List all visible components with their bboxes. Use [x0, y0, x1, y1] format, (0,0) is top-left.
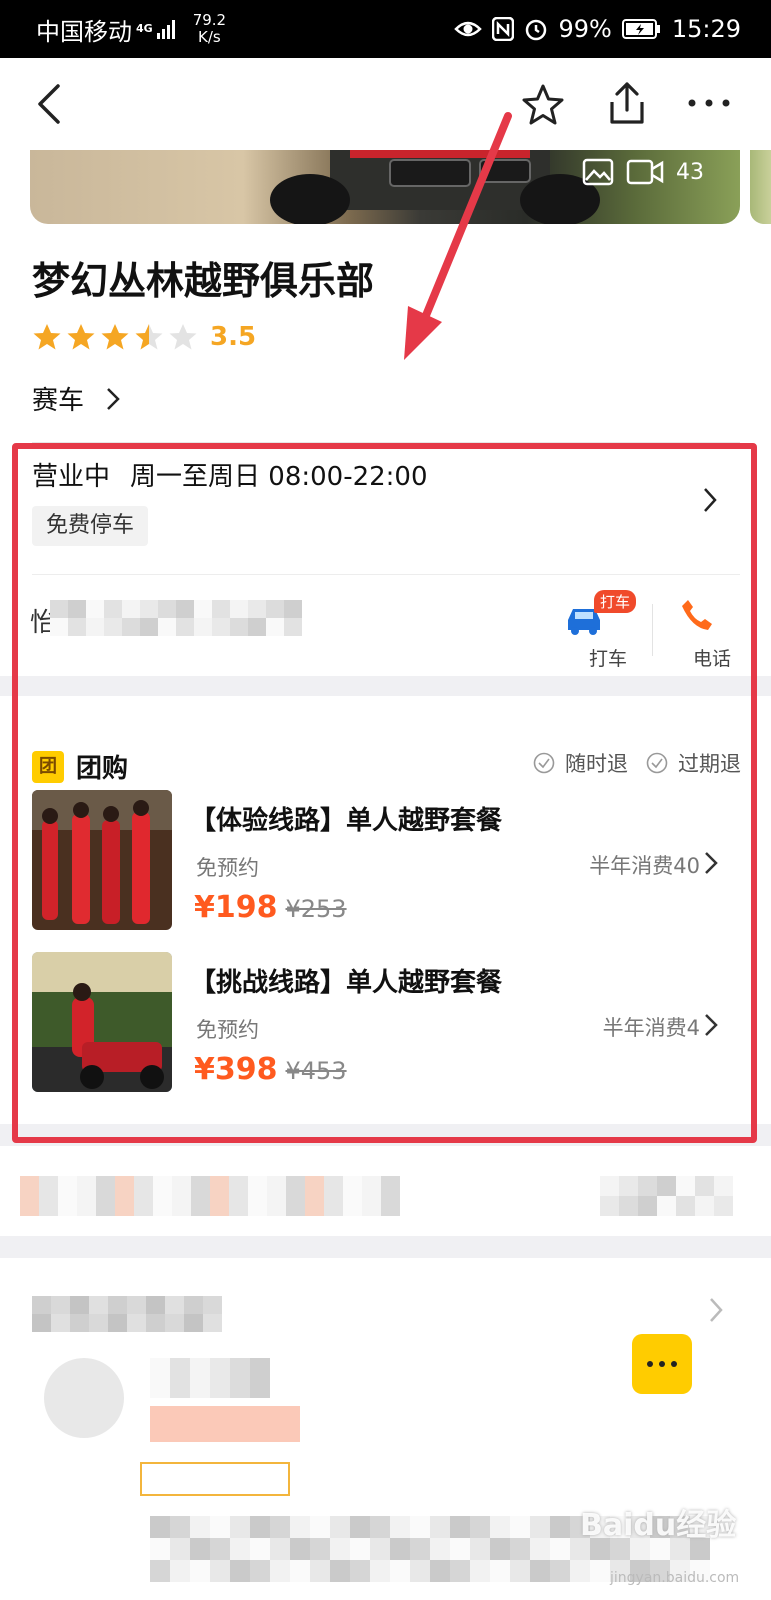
- atv-photo: [270, 150, 600, 224]
- top-nav-bar: [0, 58, 771, 150]
- deal-thumbnail: [32, 952, 172, 1092]
- photo-icon: [582, 158, 614, 186]
- speed-value: 79.2: [192, 11, 227, 29]
- watermark-url: jingyan.baidu.com: [610, 1570, 740, 1586]
- nfc-icon: [492, 17, 515, 41]
- section-separator: [0, 1236, 771, 1258]
- riders-photo: [32, 790, 172, 930]
- speed-unit: K/s: [198, 28, 221, 46]
- promo-right-mosaic: [600, 1176, 733, 1216]
- chevron-right-icon: [705, 852, 718, 874]
- check-circle-icon: [646, 752, 668, 774]
- media-count: 43: [582, 158, 704, 186]
- address-row[interactable]: 怡*路*: [30, 600, 370, 646]
- video-icon: [626, 159, 664, 185]
- policy-label: 随时退: [565, 752, 628, 776]
- groupbuy-header: 团 团购: [32, 748, 128, 785]
- star-icon: [135, 324, 163, 350]
- rating: 3.5: [32, 322, 256, 352]
- deal-title: 【体验线路】单人越野套餐: [190, 806, 503, 836]
- reviewer-level: [150, 1406, 300, 1442]
- category-label: 赛车: [32, 386, 85, 416]
- current-price: ¥398: [194, 1052, 278, 1087]
- clock: 15:29: [671, 15, 741, 43]
- chevron-right-icon: [705, 1014, 718, 1036]
- deal-item[interactable]: 【体验线路】单人越野套餐 免预约 半年消费40 ¥198 ¥253: [32, 790, 740, 930]
- refund-policies: 随时退 过期退: [533, 748, 741, 778]
- groupbuy-title: 团购: [76, 754, 129, 784]
- deal-note: 免预约: [196, 856, 259, 880]
- network-speed: 79.2 K/s: [193, 12, 226, 46]
- deal-thumbnail: [32, 790, 172, 930]
- next-hero-image[interactable]: [750, 150, 771, 224]
- signal-icon: [156, 20, 175, 39]
- phone-button[interactable]: 电话: [676, 590, 748, 670]
- divider: [32, 574, 740, 575]
- star-icon: [67, 324, 95, 350]
- reviewer-mosaic: [150, 1358, 270, 1398]
- favorite-star-icon[interactable]: [520, 82, 566, 128]
- taxi-label: 打车: [588, 648, 627, 670]
- divider: [32, 442, 740, 443]
- share-icon[interactable]: [604, 80, 650, 128]
- alarm-icon: [526, 19, 547, 41]
- divider: [652, 604, 653, 656]
- taxi-button[interactable]: 打车 打车: [568, 590, 646, 670]
- open-status: 营业中: [32, 462, 111, 492]
- rating-value: 3.5: [210, 322, 257, 352]
- policy-anytime-refund: 随时退: [533, 748, 628, 778]
- battery-icon: [621, 19, 660, 39]
- review-title-mosaic: [32, 1296, 222, 1332]
- deal-price: ¥398 ¥453: [194, 1052, 347, 1087]
- hero-image[interactable]: 43: [30, 150, 740, 224]
- shop-name: 梦幻丛林越野俱乐部: [32, 259, 375, 303]
- eye-icon: [454, 21, 483, 37]
- check-circle-icon: [533, 752, 555, 774]
- policy-expiry-refund: 过期退: [646, 748, 741, 778]
- avatar: [44, 1358, 124, 1438]
- atv-rider-photo: [32, 952, 172, 1092]
- star-icon: [101, 324, 129, 350]
- watermark: Baidu经验: [580, 1508, 737, 1543]
- section-separator: [0, 1124, 771, 1146]
- deal-sales: 半年消费4: [602, 1016, 700, 1040]
- current-price: ¥198: [194, 890, 278, 925]
- deal-note: 免预约: [196, 1018, 259, 1042]
- phone-icon: [682, 600, 712, 630]
- deal-item[interactable]: 【挑战线路】单人越野套餐 免预约 半年消费4 ¥398 ¥453: [32, 952, 740, 1092]
- policy-label: 过期退: [678, 752, 741, 776]
- back-icon[interactable]: [28, 80, 72, 128]
- section-separator: [0, 676, 771, 696]
- hours-text: 周一至周日 08:00-22:00: [130, 462, 428, 492]
- deal-sales: 半年消费40: [589, 854, 700, 878]
- media-count-value: 43: [676, 159, 704, 185]
- deal-price: ¥198 ¥253: [194, 890, 347, 925]
- promo-mosaic: [20, 1176, 400, 1216]
- rating-stars: [32, 322, 198, 352]
- chevron-right-icon: [710, 1298, 723, 1322]
- network-type: 4G: [136, 22, 153, 35]
- business-hours[interactable]: 营业中 周一至周日 08:00-22:00: [32, 456, 428, 493]
- chevron-right-icon: [107, 387, 120, 410]
- battery-percent: 99%: [558, 15, 612, 43]
- category-link[interactable]: 赛车: [32, 380, 120, 417]
- more-icon[interactable]: [684, 88, 734, 118]
- deal-title: 【挑战线路】单人越野套餐: [190, 968, 503, 998]
- chat-bubble-icon[interactable]: [632, 1334, 692, 1394]
- original-price: ¥253: [285, 895, 347, 923]
- reviewer-tag: [140, 1462, 290, 1496]
- groupbuy-badge: 团: [32, 750, 64, 783]
- address-mosaic: [50, 600, 302, 636]
- free-parking-tag: 免费停车: [32, 506, 149, 546]
- original-price: ¥453: [285, 1057, 347, 1085]
- star-icon: [33, 324, 61, 350]
- chevron-right-icon[interactable]: [700, 485, 720, 515]
- taxi-badge: 打车: [594, 590, 637, 613]
- carrier-label: 中国移动: [36, 17, 132, 46]
- star-icon: [169, 324, 197, 350]
- phone-label: 电话: [692, 648, 731, 670]
- status-bar: 中国移动 4G 79.2 K/s 99% 15:29: [0, 0, 771, 58]
